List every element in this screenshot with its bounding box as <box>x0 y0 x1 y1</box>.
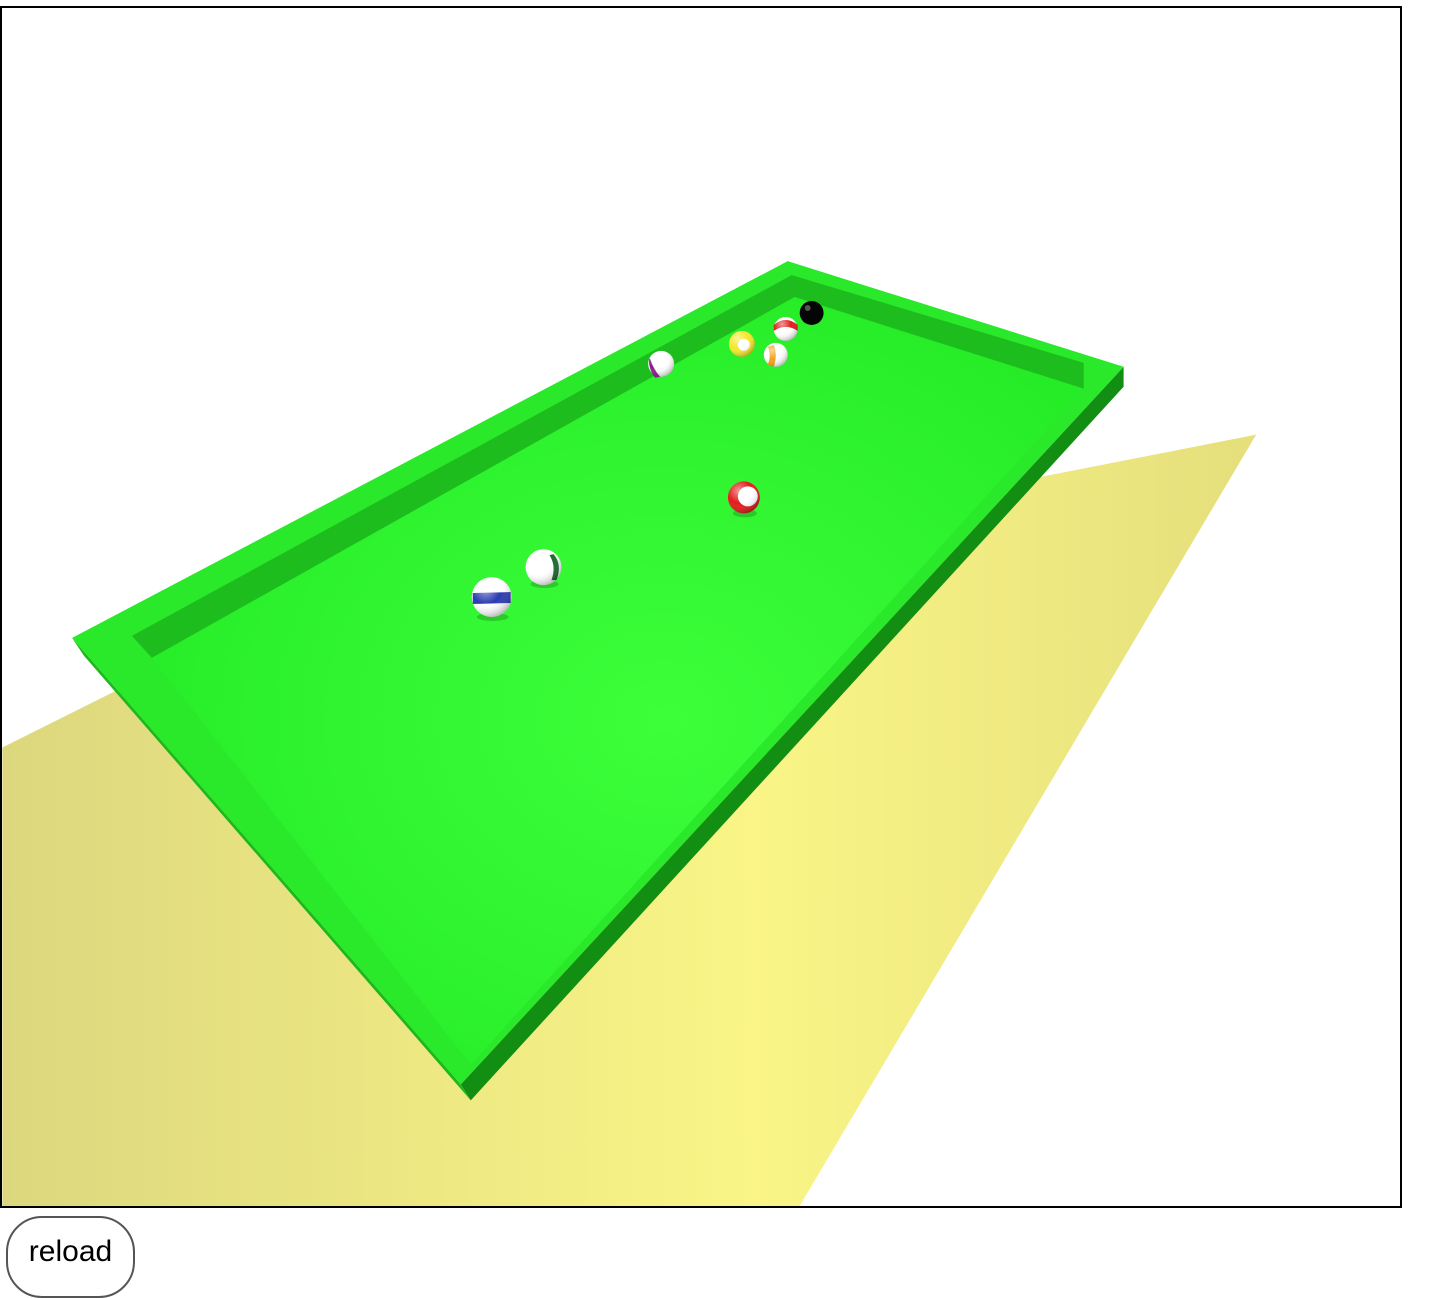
ball-yellow[interactable] <box>728 330 755 357</box>
scene-svg <box>2 261 1257 1206</box>
game-canvas[interactable] <box>0 6 1402 1208</box>
ball-orange-stripe[interactable] <box>763 342 788 367</box>
ball-red-stripe[interactable] <box>773 316 798 341</box>
ball-black[interactable] <box>799 301 824 325</box>
reload-button[interactable]: reload <box>6 1216 135 1298</box>
